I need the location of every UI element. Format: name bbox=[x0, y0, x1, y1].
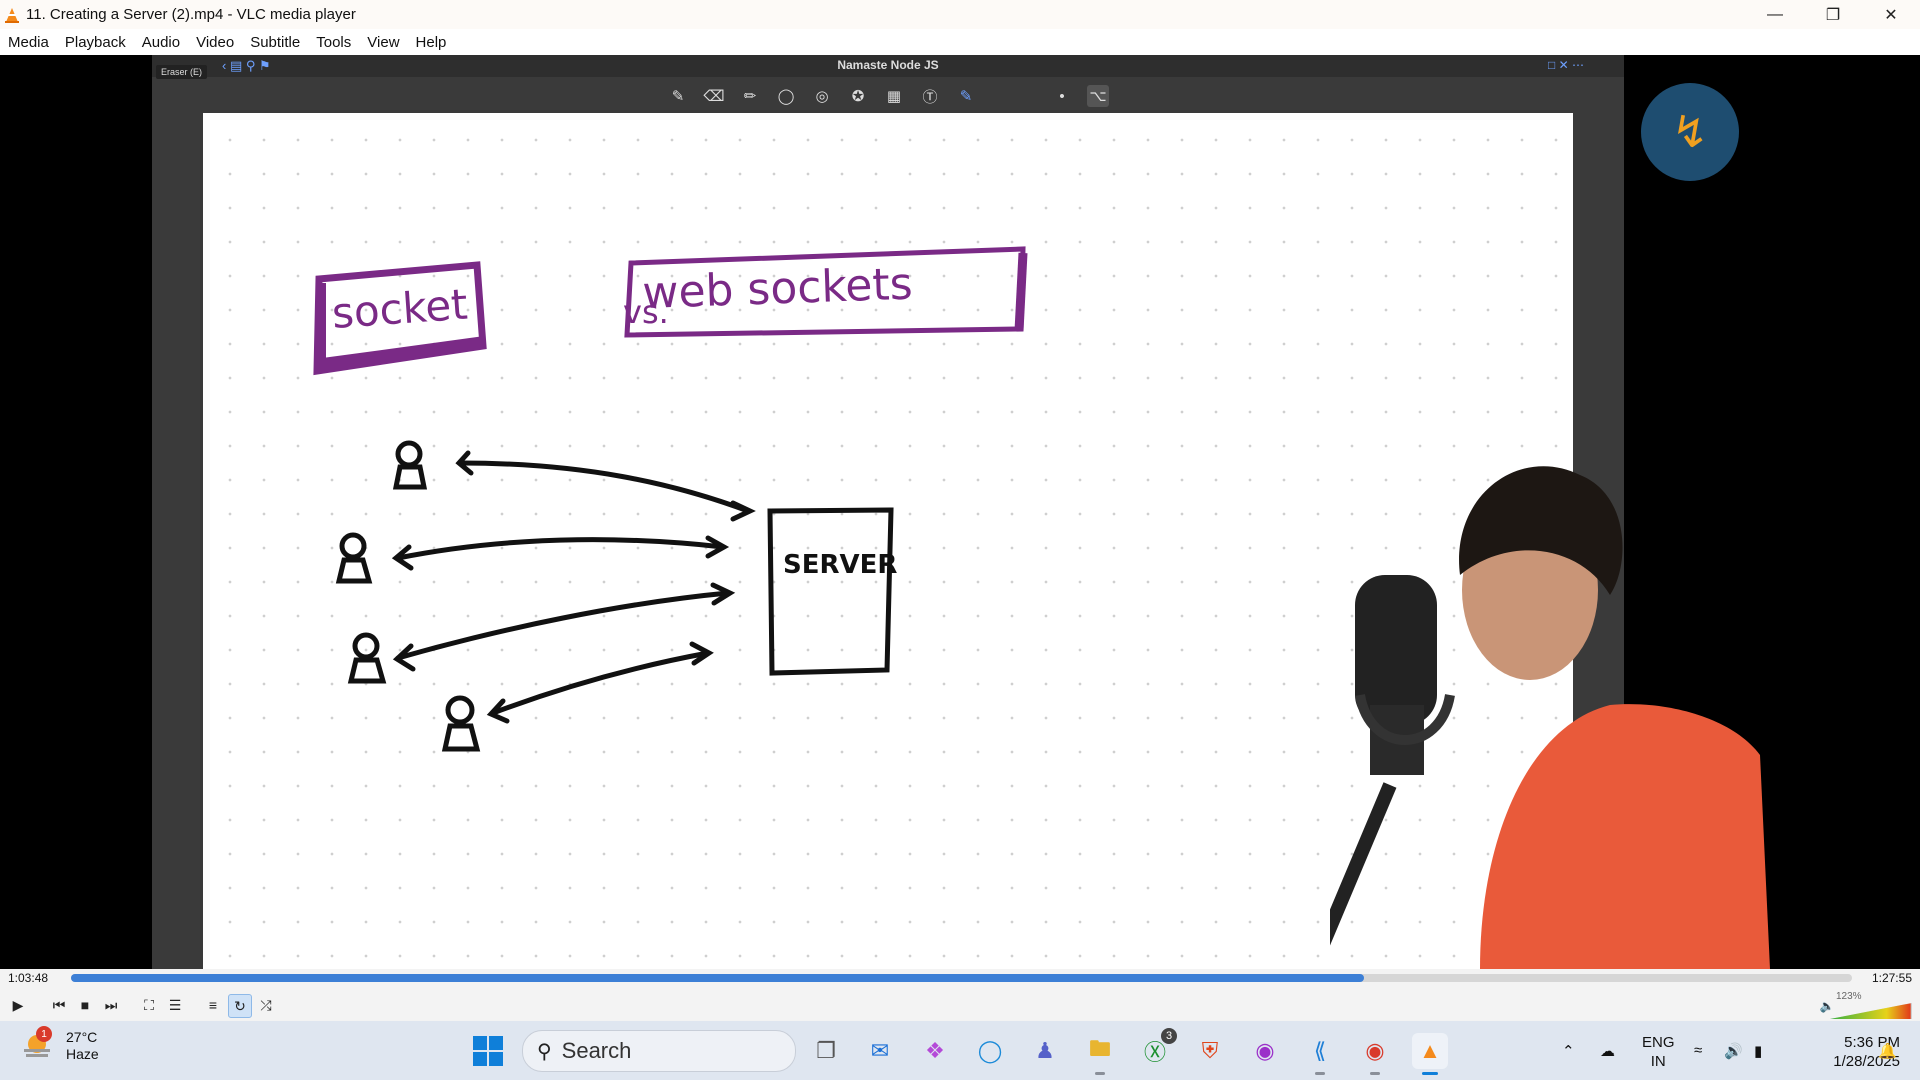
connection-arrows bbox=[391, 450, 756, 724]
window-title: 11. Creating a Server (2).mp4 - VLC medi… bbox=[26, 6, 356, 23]
menu-tools[interactable]: Tools bbox=[308, 34, 359, 51]
image-icon: ▦ bbox=[886, 88, 902, 105]
menu-bar: Media Playback Audio Video Subtitle Tool… bbox=[0, 29, 1920, 55]
menu-playback[interactable]: Playback bbox=[57, 34, 134, 51]
eraser-tooltip: Eraser (E) bbox=[156, 65, 208, 79]
teams-icon[interactable]: ♟ bbox=[1027, 1033, 1063, 1069]
volume-icon[interactable]: 🔊 bbox=[1724, 1021, 1743, 1080]
stop-button[interactable]: ■ bbox=[74, 994, 96, 1016]
channel-logo-icon: ↯ bbox=[1641, 83, 1739, 181]
playlist-icon[interactable]: ≡ bbox=[202, 994, 224, 1016]
socket-label: socket bbox=[330, 280, 469, 338]
seek-slider[interactable] bbox=[71, 974, 1852, 982]
color-pen-icon: ✎ bbox=[959, 88, 973, 105]
xbox-badge: 3 bbox=[1161, 1028, 1177, 1044]
pencil-icon: ✎ bbox=[671, 88, 685, 105]
back-icon: ‹ ▤ ⚲ ⚑ bbox=[222, 58, 271, 73]
volume-percent: 123% bbox=[1836, 991, 1862, 1002]
weather-desc: Haze bbox=[66, 1046, 99, 1062]
presenter-image bbox=[1330, 466, 1770, 969]
title-bar: 11. Creating a Server (2).mp4 - VLC medi… bbox=[0, 0, 1920, 29]
menu-view[interactable]: View bbox=[359, 34, 407, 51]
menu-video[interactable]: Video bbox=[188, 34, 242, 51]
stroke-icon: ⌥ bbox=[1087, 85, 1109, 107]
whiteboard-header: Namaste Node JS ‹ ▤ ⚲ ⚑ □ ✕ ⋯ bbox=[152, 55, 1624, 77]
user-icon bbox=[335, 532, 373, 584]
seek-progress bbox=[71, 974, 1364, 982]
server-label: SERVER bbox=[783, 550, 897, 580]
onedrive-warning-icon[interactable]: ☁ bbox=[1600, 1021, 1615, 1080]
eraser-icon: ⌫ bbox=[703, 88, 725, 105]
user-icons bbox=[335, 440, 481, 752]
menu-subtitle[interactable]: Subtitle bbox=[242, 34, 308, 51]
copilot-icon[interactable]: ❖ bbox=[917, 1033, 953, 1069]
taskbar-search[interactable]: ⚲ Search bbox=[522, 1030, 796, 1072]
minimize-button[interactable]: — bbox=[1746, 0, 1804, 29]
proton-icon[interactable]: ◉ bbox=[1247, 1033, 1283, 1069]
server-box bbox=[767, 507, 894, 676]
menu-help[interactable]: Help bbox=[408, 34, 455, 51]
dot-size-icon: • bbox=[1059, 87, 1065, 105]
language-code: ENG bbox=[1642, 1034, 1675, 1051]
next-icon[interactable]: ⏭ bbox=[100, 994, 122, 1016]
web-sockets-label: web sockets bbox=[642, 259, 914, 319]
brave-browser-icon[interactable]: ⛨ bbox=[1192, 1033, 1228, 1069]
user-icon bbox=[392, 440, 428, 490]
chrome-icon[interactable]: ◉ bbox=[1357, 1033, 1393, 1075]
star-icon: ✪ bbox=[851, 88, 865, 105]
task-view-icon[interactable]: ❐ bbox=[808, 1033, 844, 1069]
restore-button[interactable]: ❐ bbox=[1804, 0, 1862, 29]
notification-center-icon[interactable]: 🔔 bbox=[1878, 1021, 1897, 1080]
shapes-icon: ◯ bbox=[777, 88, 795, 105]
drawing-toolbar: ✎ ⌫ ✏ ◯ ◎ ✪ ▦ Ⓣ ✎ • ⌥ bbox=[152, 81, 1624, 111]
vlc-cone-icon bbox=[5, 7, 19, 23]
weather-widget[interactable]: 1 27°C Haze bbox=[20, 1026, 99, 1063]
volume-slider[interactable] bbox=[1830, 1003, 1912, 1019]
extended-settings-icon[interactable]: ☰ bbox=[164, 994, 186, 1016]
close-button[interactable]: ✕ bbox=[1862, 0, 1920, 29]
notebook-title: Namaste Node JS bbox=[837, 58, 939, 72]
file-explorer-icon[interactable]: 🖿 bbox=[1082, 1033, 1118, 1075]
wifi-icon[interactable]: ≈ bbox=[1694, 1021, 1702, 1080]
seek-bar-row: 1:03:48 1:27:55 bbox=[0, 969, 1920, 987]
menu-media[interactable]: Media bbox=[0, 34, 57, 51]
play-button[interactable]: ▶ bbox=[7, 994, 29, 1016]
battery-icon[interactable]: ▮ bbox=[1754, 1021, 1762, 1080]
text-icon: Ⓣ bbox=[922, 88, 938, 106]
xbox-icon[interactable]: Ⓧ 3 bbox=[1137, 1028, 1177, 1069]
search-icon: ⚲ bbox=[537, 1040, 552, 1063]
highlighter-icon: ✏ bbox=[743, 88, 757, 105]
weather-temp: 27°C bbox=[66, 1029, 98, 1045]
vscode-icon[interactable]: ⟪ bbox=[1302, 1033, 1338, 1075]
loop-icon[interactable]: ↻ bbox=[228, 994, 252, 1018]
menu-audio[interactable]: Audio bbox=[134, 34, 188, 51]
user-icon bbox=[441, 695, 481, 752]
mail-icon[interactable]: ✉ bbox=[862, 1033, 898, 1069]
language-indicator[interactable]: ENG IN bbox=[1642, 1033, 1675, 1071]
weather-alert-badge: 1 bbox=[36, 1026, 52, 1042]
previous-icon[interactable]: ⏮ bbox=[48, 994, 70, 1016]
header-actions-icon: □ ✕ ⋯ bbox=[1548, 58, 1584, 72]
edge-browser-icon[interactable]: ◯ bbox=[972, 1033, 1008, 1069]
search-label: Search bbox=[561, 1038, 632, 1063]
start-button[interactable] bbox=[473, 1036, 503, 1066]
shuffle-icon[interactable]: ⤮ bbox=[255, 994, 277, 1016]
taskbar: 1 27°C Haze ⚲ Search ❐ ✉ ❖ ◯ ♟ 🖿 Ⓧ 3 ⛨ ◉ … bbox=[0, 1021, 1920, 1080]
region-code: IN bbox=[1650, 1053, 1666, 1070]
lasso-icon: ◎ bbox=[815, 88, 829, 105]
user-icon bbox=[347, 632, 387, 684]
video-area[interactable]: Namaste Node JS ‹ ▤ ⚲ ⚑ □ ✕ ⋯ Eraser (E)… bbox=[0, 55, 1920, 969]
fullscreen-icon[interactable]: ⛶ bbox=[138, 994, 160, 1016]
playback-controls: ▶ ⏮ ■ ⏭ ⛶ ☰ ≡ ↻ ⤮ 🔈 123% bbox=[0, 987, 1920, 1021]
vlc-taskbar-icon[interactable]: ▲ bbox=[1412, 1033, 1448, 1075]
show-hidden-icons-icon[interactable]: ⌃ bbox=[1562, 1021, 1575, 1080]
total-time: 1:27:55 bbox=[1871, 971, 1912, 985]
elapsed-time: 1:03:48 bbox=[8, 971, 49, 985]
